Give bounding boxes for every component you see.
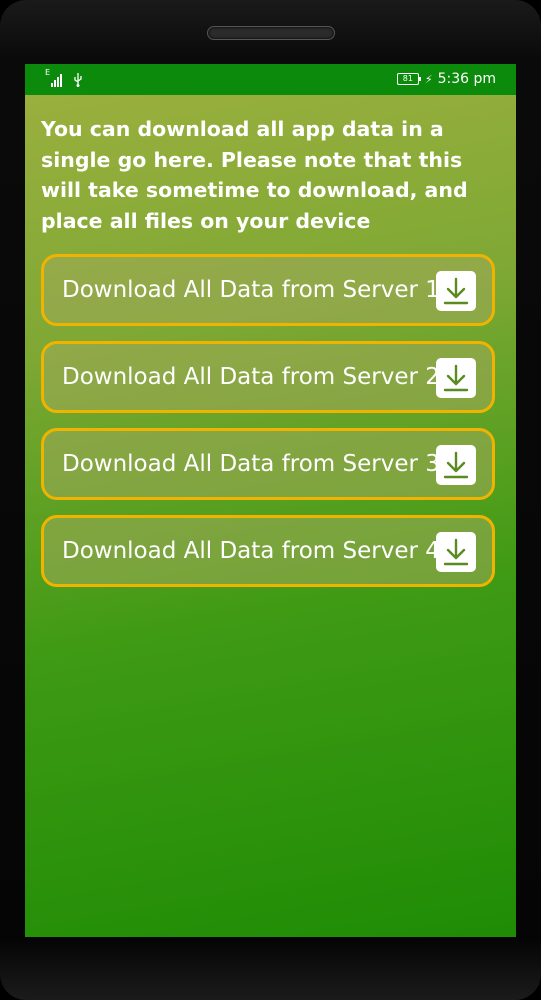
download-icon xyxy=(436,271,476,311)
button-label: Download All Data from Server 3 xyxy=(62,451,440,477)
charging-icon: ⚡ xyxy=(424,72,433,86)
button-label: Download All Data from Server 1 xyxy=(62,277,440,303)
download-icon xyxy=(436,532,476,572)
download-server-4-button[interactable]: Download All Data from Server 4 xyxy=(41,515,495,587)
usb-icon xyxy=(73,73,83,87)
status-bar: E 81 ⚡ 5:36 pm xyxy=(25,64,516,95)
download-server-1-button[interactable]: Download All Data from Server 1 xyxy=(41,254,495,326)
button-label: Download All Data from Server 4 xyxy=(62,538,440,564)
download-server-3-button[interactable]: Download All Data from Server 3 xyxy=(41,428,495,500)
intro-text: You can download all app data in a singl… xyxy=(41,117,468,233)
download-icon xyxy=(436,358,476,398)
network-type: E xyxy=(45,68,51,77)
signal-icon: E xyxy=(45,68,63,87)
status-time: 5:36 pm xyxy=(437,71,496,87)
download-server-2-button[interactable]: Download All Data from Server 2 xyxy=(41,341,495,413)
button-label: Download All Data from Server 2 xyxy=(62,364,440,390)
download-icon xyxy=(436,445,476,485)
speaker-grille xyxy=(207,26,335,40)
battery-icon: 81 xyxy=(396,73,421,85)
phone-frame: E 81 ⚡ 5:36 pm You can download all app … xyxy=(0,0,541,1000)
app-screen: E 81 ⚡ 5:36 pm You can download all app … xyxy=(25,64,516,937)
